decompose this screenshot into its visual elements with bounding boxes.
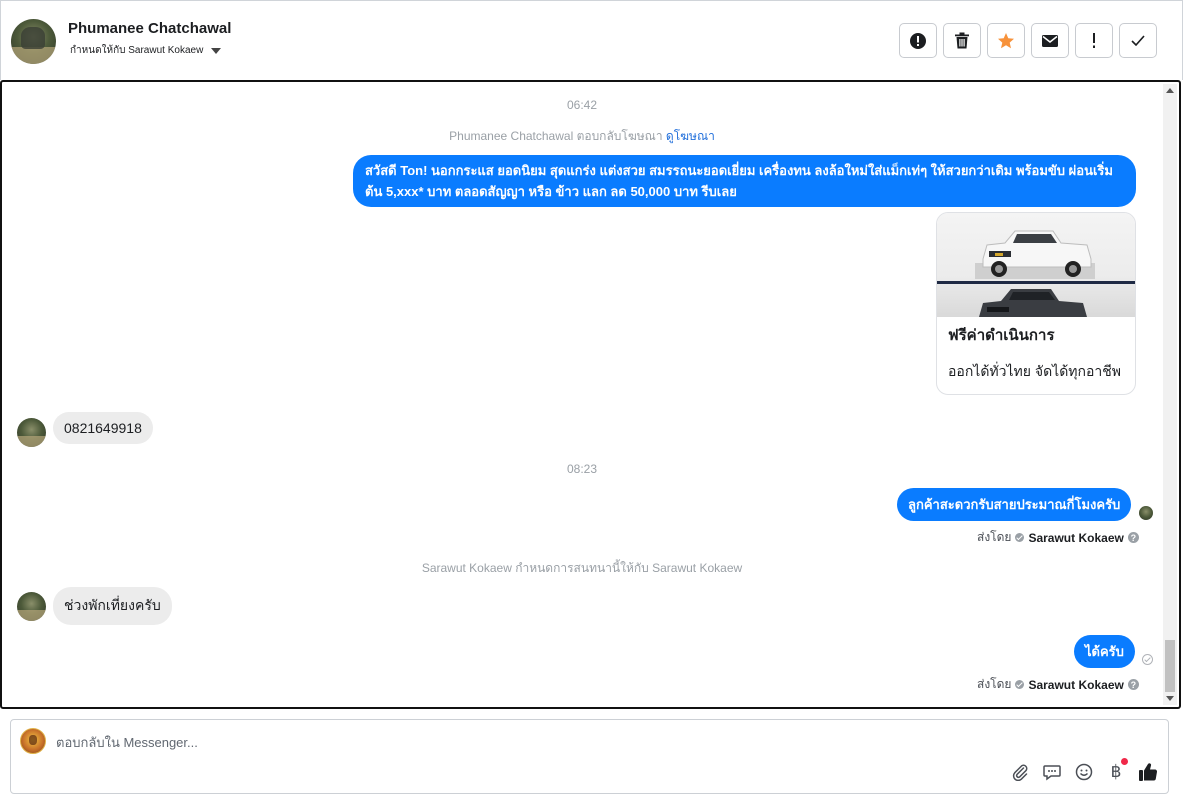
reply-input[interactable]: [56, 732, 956, 752]
mark-spam-button[interactable]: [899, 23, 937, 58]
star-icon: [998, 32, 1014, 48]
envelope-icon: [1042, 34, 1058, 47]
sent-by-info: ส่งโดย Sarawut Kokaew ?: [977, 675, 1139, 694]
chevron-down-icon: [211, 47, 222, 54]
payment-button[interactable]: ฿: [1106, 758, 1128, 782]
view-ad-link[interactable]: ดูโฆษณา: [666, 129, 715, 143]
like-button[interactable]: [1138, 762, 1158, 782]
ad-card-image: [937, 213, 1135, 317]
star-button[interactable]: [987, 23, 1025, 58]
contact-avatar[interactable]: [11, 19, 56, 64]
ad-reply-text: Phumanee Chatchawal ตอบกลับโฆษณา: [449, 129, 663, 143]
baht-icon: ฿: [1110, 762, 1122, 782]
notification-dot: [1121, 758, 1128, 765]
conversation-toolbar: [899, 23, 1157, 58]
customer-avatar: [17, 592, 46, 621]
verified-icon: [1015, 533, 1025, 542]
exclamation-icon: [1093, 32, 1095, 48]
help-icon[interactable]: ?: [1127, 679, 1139, 690]
emoji-button[interactable]: [1074, 762, 1094, 782]
customer-avatar: [17, 418, 46, 447]
incoming-message: ช่วงพักเที่ยงครับ: [53, 587, 172, 625]
sent-by-name: Sarawut Kokaew: [1028, 530, 1124, 545]
emoji-icon: [1075, 763, 1093, 781]
sent-by-prefix: ส่งโดย: [977, 530, 1012, 544]
verified-icon: [1015, 680, 1025, 689]
delivered-icon: [1142, 654, 1153, 665]
thread-scrollbar[interactable]: [1163, 84, 1177, 705]
assignee-label: กำหนดให้กับ Sarawut Kokaew: [70, 45, 204, 56]
conversation-header: Phumanee Chatchawal กำหนดให้กับ Sarawut …: [0, 0, 1183, 80]
ad-card-title: ฟรีค่าดำเนินการ: [948, 327, 1055, 344]
scroll-up-arrow-icon[interactable]: [1166, 88, 1174, 93]
inbox-conversation-page: Phumanee Chatchawal กำหนดให้กับ Sarawut …: [0, 0, 1183, 796]
trash-icon: [955, 32, 969, 49]
page-avatar: [20, 728, 46, 754]
outgoing-message: ลูกค้าสะดวกรับสายประมาณกี่โมงครับ: [897, 488, 1132, 521]
assignee-dropdown[interactable]: กำหนดให้กับ Sarawut Kokaew: [70, 43, 222, 58]
timestamp: 06:42: [566, 98, 598, 112]
sent-by-name: Sarawut Kokaew: [1028, 677, 1124, 692]
sent-by-info: ส่งโดย Sarawut Kokaew ?: [977, 528, 1139, 547]
speech-bubble-icon: [1043, 765, 1061, 781]
outgoing-message-ad: สวัสดี Ton! นอกกระแส ยอดนิยม สุดแกร่ง แต…: [353, 155, 1136, 207]
assignment-notice: Sarawut Kokaew กำหนดการสนทนานี้ให้กับ Sa…: [421, 561, 743, 575]
reply-composer: ฿: [10, 719, 1169, 794]
scrollbar-thumb[interactable]: [1165, 640, 1175, 692]
ad-reply-notice: Phumanee Chatchawal ตอบกลับโฆษณา ดูโฆษณา: [2, 127, 1162, 146]
outgoing-message: ได้ครับ: [1074, 635, 1135, 668]
agent-avatar: [1139, 506, 1153, 520]
sent-by-prefix: ส่งโดย: [977, 677, 1012, 691]
pickup-truck-image: [975, 230, 1095, 279]
image-divider: [937, 281, 1135, 284]
contact-name[interactable]: Phumanee Chatchawal: [68, 20, 231, 37]
thumbs-up-icon: [1139, 763, 1158, 781]
ad-card-subtitle: ออกได้ทั่วไทย จัดได้ทุกอาชีพ: [948, 363, 1122, 379]
mark-done-button[interactable]: [1119, 23, 1157, 58]
delete-button[interactable]: [943, 23, 981, 58]
incoming-message: 0821649918: [53, 412, 153, 444]
saved-replies-button[interactable]: [1042, 762, 1062, 782]
dark-pickup-image: [979, 289, 1087, 317]
message-thread[interactable]: 06:42 Phumanee Chatchawal ตอบกลับโฆษณา ด…: [0, 80, 1181, 709]
timestamp: 08:23: [566, 462, 598, 476]
ad-card[interactable]: ฟรีค่าดำเนินการ ออกได้ทั่วไทย จัดได้ทุกอ…: [936, 212, 1136, 395]
help-icon[interactable]: ?: [1127, 532, 1139, 543]
alert-circle-icon: [910, 32, 926, 49]
mark-unread-button[interactable]: [1031, 23, 1069, 58]
paperclip-icon: [1012, 764, 1028, 781]
follow-up-button[interactable]: [1075, 23, 1113, 58]
check-icon: [1131, 35, 1145, 46]
attach-button[interactable]: [1010, 762, 1030, 782]
composer-actions: ฿: [1010, 758, 1158, 782]
scroll-down-arrow-icon[interactable]: [1166, 696, 1174, 701]
